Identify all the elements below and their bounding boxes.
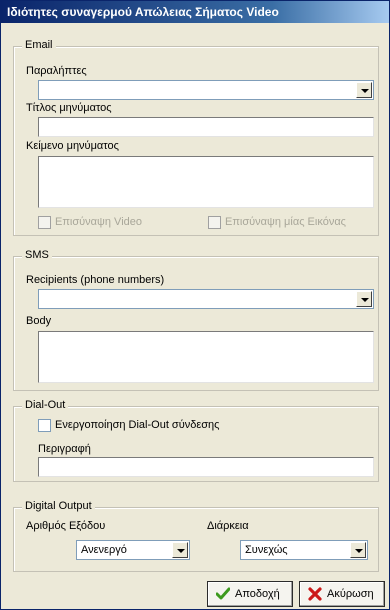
dialout-enable-label: Ενεργοποίηση Dial-Out σύνδεσης (55, 419, 220, 431)
duration-value: Συνεχώς (245, 544, 288, 556)
duration-dropdown[interactable]: Συνεχώς (240, 540, 368, 560)
dialout-group: Dial-Out Ενεργοποίηση Dial-Out σύνδεσης … (13, 399, 379, 482)
sms-recipients-dropdown[interactable] (38, 289, 374, 309)
email-body-textarea[interactable] (38, 156, 374, 208)
cancel-button-label: Ακύρωση (327, 588, 374, 600)
chevron-down-icon (361, 89, 369, 93)
accept-button[interactable]: Αποδοχή (207, 581, 293, 607)
cancel-button[interactable]: Ακύρωση (299, 581, 385, 607)
digital-output-legend: Digital Output (22, 500, 95, 512)
sms-recipients-dropdown-button[interactable] (356, 291, 372, 307)
dialout-legend: Dial-Out (22, 399, 69, 411)
duration-label: Διάρκεια (207, 520, 249, 532)
duration-dropdown-button[interactable] (350, 542, 366, 558)
chevron-down-icon (361, 298, 369, 302)
email-recipients-label: Παραλήπτες (26, 65, 87, 77)
email-recipients-dropdown-button[interactable] (356, 82, 372, 98)
email-recipients-dropdown[interactable] (38, 80, 374, 100)
dialout-description-input[interactable] (38, 457, 374, 477)
email-subject-label: Τίτλος μηνύματος (26, 102, 112, 114)
title-bar[interactable]: Ιδιότητες συναγερμού Απώλειας Σήματος Vi… (1, 1, 389, 23)
checkmark-icon (216, 587, 230, 600)
accept-button-label: Αποδοχή (235, 588, 280, 600)
output-number-value: Ανενεργό (81, 544, 127, 556)
email-body-label: Κείμενο μηνύματος (26, 140, 119, 152)
dialout-enable-checkbox[interactable] (38, 419, 51, 432)
output-number-label: Αριθμός Εξόδου (26, 520, 106, 532)
attach-image-label: Επισύναψη μίας Εικόνας (225, 216, 346, 228)
alarm-properties-dialog: Ιδιότητες συναγερμού Απώλειας Σήματος Vi… (0, 0, 390, 610)
attach-video-checkbox[interactable] (38, 216, 51, 229)
sms-recipients-label: Recipients (phone numbers) (26, 274, 165, 286)
email-group: Email Παραλήπτες Τίτλος μηνύματος Κείμεν… (13, 39, 379, 236)
sms-body-textarea[interactable] (38, 331, 374, 383)
sms-legend: SMS (22, 249, 52, 261)
dialout-description-label: Περιγραφή (38, 443, 91, 455)
chevron-down-icon (177, 549, 185, 553)
digital-output-group: Digital Output Αριθμός Εξόδου Ανενεργό Δ… (13, 500, 379, 572)
output-number-dropdown-button[interactable] (172, 542, 188, 558)
attach-image-checkbox[interactable] (208, 216, 221, 229)
sms-group: SMS Recipients (phone numbers) Body (13, 249, 379, 391)
chevron-down-icon (355, 549, 363, 553)
email-subject-input[interactable] (38, 117, 374, 137)
email-legend: Email (22, 39, 56, 51)
sms-body-label: Body (26, 315, 52, 327)
output-number-dropdown[interactable]: Ανενεργό (76, 540, 190, 560)
attach-video-label: Επισύναψη Video (55, 216, 142, 228)
close-icon (308, 587, 322, 601)
window-title: Ιδιότητες συναγερμού Απώλειας Σήματος Vi… (7, 5, 279, 19)
